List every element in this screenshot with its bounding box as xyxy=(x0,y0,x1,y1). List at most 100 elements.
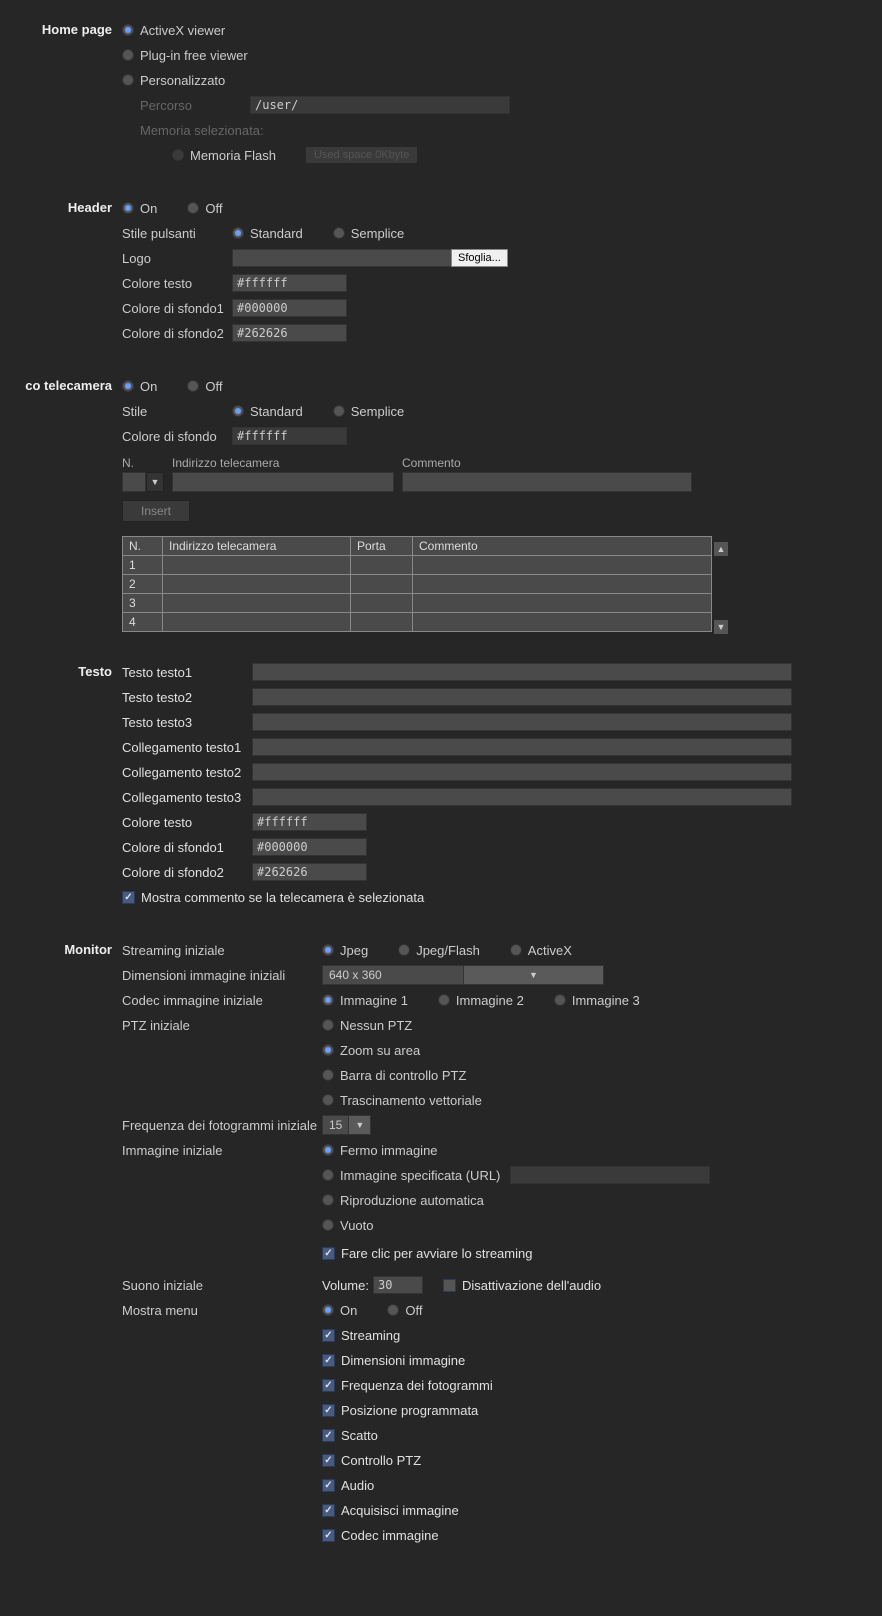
num-select[interactable] xyxy=(122,472,146,492)
radio-codec1[interactable] xyxy=(322,994,334,1006)
cb-shot[interactable]: ✓ xyxy=(322,1429,335,1442)
label-sound: Suono iniziale xyxy=(122,1278,322,1293)
label-activex: ActiveX xyxy=(528,943,572,958)
radio-cam-on[interactable] xyxy=(122,380,134,392)
label-cam-on: On xyxy=(140,379,157,394)
label-ptz-bar: Barra di controllo PTZ xyxy=(340,1068,466,1083)
label-bg1: Colore di sfondo1 xyxy=(122,301,232,316)
radio-codec2[interactable] xyxy=(438,994,450,1006)
input-l1[interactable] xyxy=(252,738,792,756)
section-title-header: Header xyxy=(0,198,120,348)
label-jpegflash: Jpeg/Flash xyxy=(416,943,480,958)
input-l3[interactable] xyxy=(252,788,792,806)
label-m-dim: Dimensioni immagine xyxy=(341,1353,465,1368)
insert-button[interactable]: Insert xyxy=(122,500,190,522)
input-path xyxy=(250,96,510,114)
chevron-down-icon[interactable]: ▼ xyxy=(146,472,164,492)
section-title-testo: Testo xyxy=(0,662,120,912)
table-row: 3 xyxy=(123,594,712,613)
radio-ptz-drag[interactable] xyxy=(322,1094,334,1106)
input-img-url xyxy=(510,1166,710,1184)
browse-button[interactable]: Sfoglia... xyxy=(451,249,508,267)
input-testo-bg1[interactable] xyxy=(252,838,367,856)
radio-btn-standard[interactable] xyxy=(232,227,244,239)
label-codec: Codec immagine iniziale xyxy=(122,993,322,1008)
cb-codec[interactable]: ✓ xyxy=(322,1529,335,1542)
input-t2[interactable] xyxy=(252,688,792,706)
label-cam-style: Stile xyxy=(122,404,232,419)
input-testo-bg2[interactable] xyxy=(252,863,367,881)
radio-ptz-zoom[interactable] xyxy=(322,1044,334,1056)
radio-img-still[interactable] xyxy=(322,1144,334,1156)
label-testo-color: Colore testo xyxy=(122,815,252,830)
radio-img-auto[interactable] xyxy=(322,1194,334,1206)
table-row: 2 xyxy=(123,575,712,594)
label-btn-standard: Standard xyxy=(250,226,303,241)
chevron-down-icon: ▼ xyxy=(463,966,603,984)
input-cam-comment[interactable] xyxy=(402,472,692,492)
table-row: 4 xyxy=(123,613,712,632)
label-t2: Testo testo2 xyxy=(122,690,252,705)
input-cam-addr[interactable] xyxy=(172,472,394,492)
radio-jpeg[interactable] xyxy=(322,944,334,956)
cb-dim[interactable]: ✓ xyxy=(322,1354,335,1367)
radio-custom[interactable] xyxy=(122,74,134,86)
cb-stream[interactable]: ✓ xyxy=(322,1329,335,1342)
radio-header-on[interactable] xyxy=(122,202,134,214)
label-activex-viewer: ActiveX viewer xyxy=(140,23,225,38)
radio-ptz-none[interactable] xyxy=(322,1019,334,1031)
section-title-camera: co telecamera xyxy=(0,376,120,634)
scroll-down-icon[interactable]: ▼ xyxy=(714,620,728,634)
checkbox-click-start[interactable]: ✓ xyxy=(322,1247,335,1260)
input-logo[interactable] xyxy=(232,249,452,267)
radio-jpegflash[interactable] xyxy=(398,944,410,956)
label-menu-off: Off xyxy=(405,1303,422,1318)
radio-cam-off[interactable] xyxy=(187,380,199,392)
cb-audio[interactable]: ✓ xyxy=(322,1479,335,1492)
cb-ptz[interactable]: ✓ xyxy=(322,1454,335,1467)
dropdown-fps[interactable]: 15▼ xyxy=(322,1115,371,1135)
label-path: Percorso xyxy=(140,98,250,113)
label-cam-bg: Colore di sfondo xyxy=(122,429,232,444)
label-logo: Logo xyxy=(122,251,232,266)
radio-activex[interactable] xyxy=(510,944,522,956)
scroll-up-icon[interactable]: ▲ xyxy=(714,542,728,556)
label-cam-standard: Standard xyxy=(250,404,303,419)
radio-menu-off[interactable] xyxy=(387,1304,399,1316)
label-m-preset: Posizione programmata xyxy=(341,1403,478,1418)
input-testo-color[interactable] xyxy=(252,813,367,831)
label-storage: Memoria selezionata: xyxy=(140,123,264,138)
input-text-color[interactable] xyxy=(232,274,347,292)
input-t1[interactable] xyxy=(252,663,792,681)
input-l2[interactable] xyxy=(252,763,792,781)
input-bg2[interactable] xyxy=(232,324,347,342)
checkbox-show-comment[interactable]: ✓ xyxy=(122,891,135,904)
radio-ptz-bar[interactable] xyxy=(322,1069,334,1081)
cb-fps[interactable]: ✓ xyxy=(322,1379,335,1392)
th-comment: Commento xyxy=(413,537,712,556)
checkbox-mute[interactable]: ✓ xyxy=(443,1279,456,1292)
radio-btn-simple[interactable] xyxy=(333,227,345,239)
radio-cam-simple[interactable] xyxy=(333,405,345,417)
input-bg1[interactable] xyxy=(232,299,347,317)
radio-img-url[interactable] xyxy=(322,1169,334,1181)
label-ptz-zoom: Zoom su area xyxy=(340,1043,420,1058)
section-title-homepage: Home page xyxy=(0,20,120,170)
radio-activex-viewer[interactable] xyxy=(122,24,134,36)
radio-codec3[interactable] xyxy=(554,994,566,1006)
input-t3[interactable] xyxy=(252,713,792,731)
cb-preset[interactable]: ✓ xyxy=(322,1404,335,1417)
radio-flash-memory xyxy=(172,149,184,161)
label-m-codec: Codec immagine xyxy=(341,1528,439,1543)
input-volume[interactable] xyxy=(373,1276,423,1294)
radio-menu-on[interactable] xyxy=(322,1304,334,1316)
radio-cam-standard[interactable] xyxy=(232,405,244,417)
radio-pluginfree-viewer[interactable] xyxy=(122,49,134,61)
label-ptz-none: Nessun PTZ xyxy=(340,1018,412,1033)
label-dim: Dimensioni immagine iniziali xyxy=(122,968,322,983)
dropdown-dim[interactable]: 640 x 360▼ xyxy=(322,965,604,985)
cb-capture[interactable]: ✓ xyxy=(322,1504,335,1517)
label-ptz: PTZ iniziale xyxy=(122,1018,322,1033)
radio-img-empty[interactable] xyxy=(322,1219,334,1231)
radio-header-off[interactable] xyxy=(187,202,199,214)
